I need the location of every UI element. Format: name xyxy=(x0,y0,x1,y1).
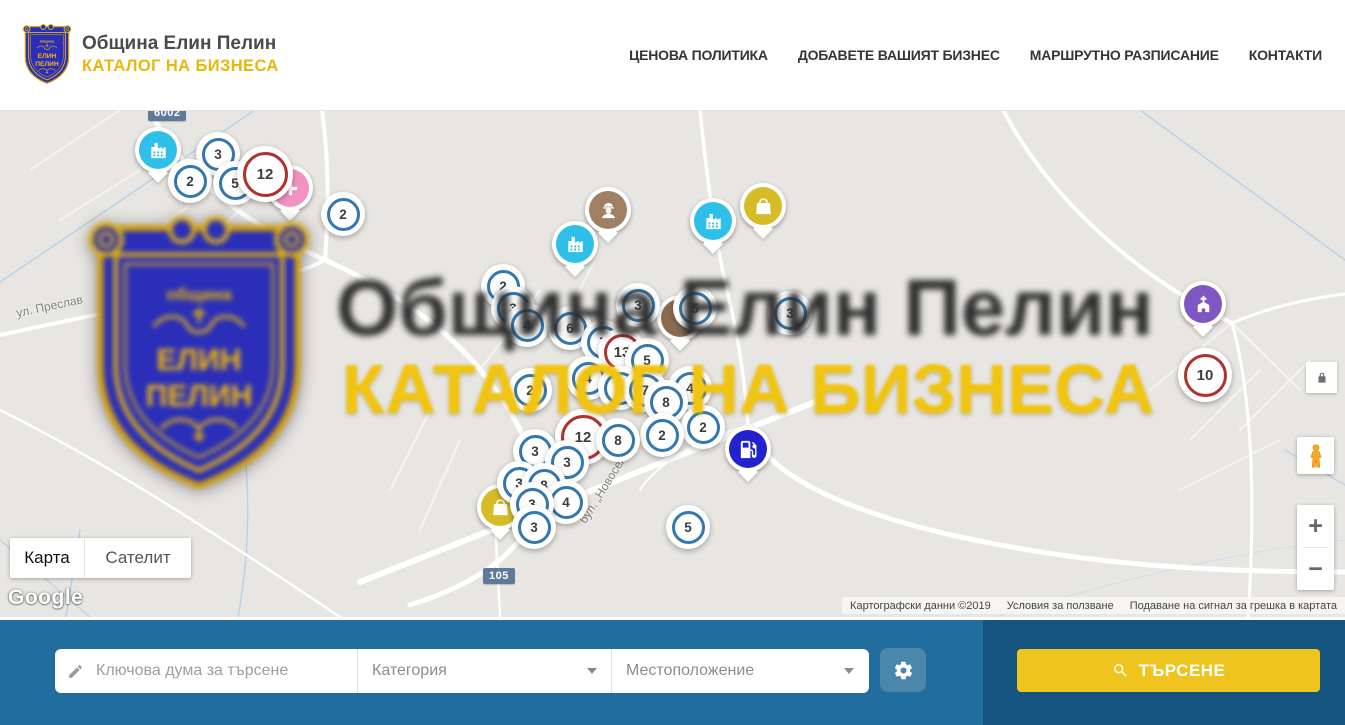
map-type-satellite-button[interactable]: Сателит xyxy=(84,538,191,578)
attribution-copyright: Картографски данни ©2019 xyxy=(850,600,991,612)
chevron-down-icon xyxy=(587,668,597,674)
site-subtitle: КАТАЛОГ НА БИЗНЕСА xyxy=(82,56,279,77)
map-cluster-marker[interactable]: 2 xyxy=(640,413,684,457)
cluster-count: 8 xyxy=(602,424,635,457)
church-icon xyxy=(1184,285,1222,323)
map-type-control: Карта Сателит xyxy=(10,538,191,578)
fuel-pin-marker[interactable] xyxy=(725,426,771,472)
map-cluster-marker[interactable]: 3 xyxy=(616,283,660,327)
location-select-value: Местоположение xyxy=(626,662,754,680)
nav-route-schedule-link[interactable]: МАРШРУТНО РАЗПИСАНИЕ xyxy=(1030,47,1219,63)
map-attribution: Картографски данни ©2019 Условия за полз… xyxy=(842,597,1345,614)
map-markers-layer: 32512223353467135427248221283338433510 xyxy=(0,110,1345,617)
cluster-count: 3 xyxy=(774,297,807,330)
cluster-count: 3 xyxy=(622,289,655,322)
map-cluster-marker[interactable]: 2 xyxy=(168,159,212,203)
category-select-value: Категория xyxy=(372,662,447,680)
attribution-terms-link[interactable]: Условия за ползване xyxy=(1007,600,1114,612)
zoom-out-button[interactable]: − xyxy=(1297,548,1334,590)
google-logo[interactable]: Google xyxy=(8,586,83,610)
factory-pin-marker[interactable] xyxy=(552,221,598,267)
church-pin-marker[interactable] xyxy=(1180,281,1226,327)
cluster-count: 5 xyxy=(679,292,712,325)
nav-add-business-link[interactable]: ДОБАВЕТЕ ВАШИЯТ БИЗНЕС xyxy=(798,47,1000,63)
map-cluster-marker[interactable]: 10 xyxy=(1178,348,1232,402)
zoom-in-button[interactable]: + xyxy=(1297,505,1334,547)
main-nav: ЦЕНОВА ПОЛИТИКА ДОБАВЕТЕ ВАШИЯТ БИЗНЕС М… xyxy=(629,0,1322,110)
map-cluster-marker[interactable]: 3 xyxy=(512,505,556,549)
cluster-count: 2 xyxy=(514,374,547,407)
page: община ЕЛИН ПЕЛИН xyxy=(0,0,1345,725)
chevron-down-icon xyxy=(844,668,854,674)
search-button[interactable]: ТЪРСЕНЕ xyxy=(1017,649,1320,692)
attribution-report-link[interactable]: Подаване на сигнал за грешка в картата xyxy=(1130,600,1337,612)
nav-contacts-link[interactable]: КОНТАКТИ xyxy=(1249,47,1322,63)
bag-icon xyxy=(744,187,782,225)
map-cluster-marker[interactable]: 2 xyxy=(681,405,725,449)
cluster-count: 2 xyxy=(174,165,207,198)
factory-icon xyxy=(139,131,177,169)
factory-icon xyxy=(694,202,732,240)
search-button-label: ТЪРСЕНЕ xyxy=(1139,661,1226,681)
lock-icon xyxy=(1315,371,1329,385)
map-cluster-marker[interactable]: 5 xyxy=(673,286,717,330)
advanced-settings-button[interactable] xyxy=(880,648,926,692)
header: Община Елин Пелин КАТАЛОГ НА БИЗНЕСА ЦЕН… xyxy=(0,0,1345,111)
map-cluster-marker[interactable]: 2 xyxy=(508,368,552,412)
map-cluster-marker[interactable]: 5 xyxy=(666,505,710,549)
worker-icon xyxy=(589,191,627,229)
location-select[interactable]: Местоположение xyxy=(612,649,868,693)
pegman-icon xyxy=(1305,443,1327,469)
search-form: Категория Местоположение xyxy=(55,649,869,693)
gear-icon xyxy=(893,660,914,681)
search-icon xyxy=(1112,662,1129,679)
nav-pricing-link[interactable]: ЦЕНОВА ПОЛИТИКА xyxy=(629,47,768,63)
category-select[interactable]: Категория xyxy=(358,649,612,693)
cluster-count: 5 xyxy=(672,511,705,544)
site-title: Община Елин Пелин xyxy=(82,32,279,56)
pencil-icon xyxy=(67,663,84,680)
map-type-map-button[interactable]: Карта xyxy=(10,538,84,578)
municipality-shield-icon xyxy=(22,23,72,86)
map-viewport[interactable]: ул. Преславбул. „Новоселции“6002105 3251… xyxy=(0,110,1345,617)
search-bar: Категория Местоположение ТЪРСЕНЕ xyxy=(0,620,1345,725)
cluster-count: 2 xyxy=(646,419,679,452)
cluster-count: 10 xyxy=(1184,354,1227,397)
map-cluster-marker[interactable]: 3 xyxy=(768,291,812,335)
lock-button[interactable] xyxy=(1306,362,1337,393)
map-cluster-marker[interactable]: 4 xyxy=(505,303,549,347)
map-cluster-marker[interactable]: 12 xyxy=(237,146,293,202)
map-cluster-marker[interactable]: 8 xyxy=(596,418,640,462)
cluster-count: 4 xyxy=(550,486,583,519)
site-logo[interactable]: Община Елин Пелин КАТАЛОГ НА БИЗНЕСА xyxy=(22,23,279,86)
cluster-count: 2 xyxy=(687,411,720,444)
worker-pin-marker[interactable] xyxy=(585,187,631,233)
zoom-control: + − xyxy=(1297,505,1334,590)
street-view-pegman-button[interactable] xyxy=(1297,437,1334,474)
keyword-input[interactable] xyxy=(94,661,345,681)
keyword-field[interactable] xyxy=(55,649,358,693)
factory-icon xyxy=(556,225,594,263)
cluster-count: 4 xyxy=(511,309,544,342)
map-cluster-marker[interactable]: 2 xyxy=(321,192,365,236)
cluster-count: 12 xyxy=(243,152,288,197)
fuel-icon xyxy=(729,430,767,468)
cluster-count: 3 xyxy=(518,511,551,544)
cluster-count: 2 xyxy=(327,198,360,231)
bag-pin-marker[interactable] xyxy=(740,183,786,229)
factory-pin-marker[interactable] xyxy=(690,198,736,244)
